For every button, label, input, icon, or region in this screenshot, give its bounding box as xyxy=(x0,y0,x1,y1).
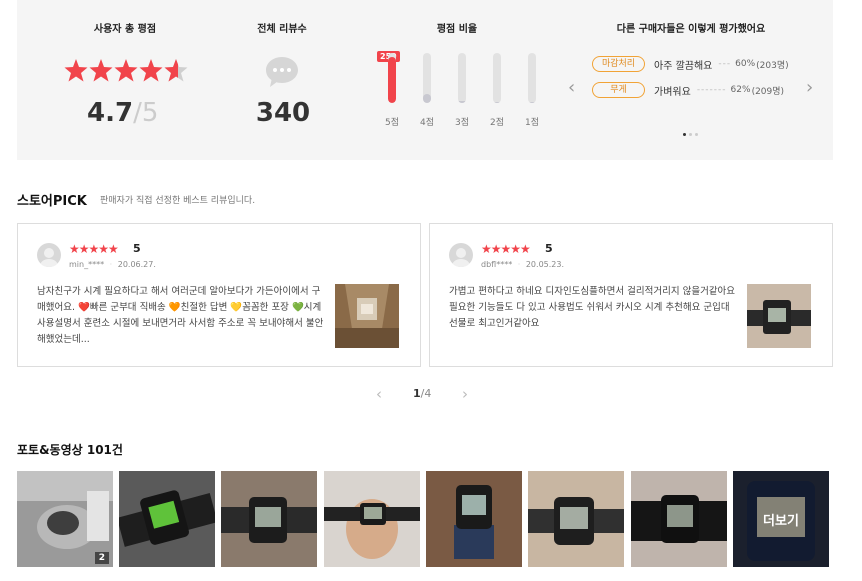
average-max: 5 xyxy=(141,98,159,128)
rating-slash: / xyxy=(133,98,142,128)
eval-pct: 60% xyxy=(735,59,756,69)
rating-bar-fill xyxy=(423,94,431,103)
photo-image xyxy=(324,471,420,567)
page-current: 1 xyxy=(413,387,421,400)
review-date: 20.06.27. xyxy=(117,260,156,269)
page-dot-active[interactable] xyxy=(683,133,686,136)
average-rating: 4.7/5 xyxy=(87,98,158,128)
photo-count-badge: 2 xyxy=(94,552,109,564)
review-user: dbfl**** xyxy=(481,260,513,269)
rating-bar-label: 1점 xyxy=(524,118,539,128)
rating-bar xyxy=(423,53,431,103)
review-date: 20.05.23. xyxy=(525,260,565,269)
eval-count: (203명) xyxy=(756,60,789,71)
eval-tag: 무게 xyxy=(592,82,645,98)
meta-separator: · xyxy=(109,260,113,269)
rating-bar xyxy=(493,53,501,103)
photo-image xyxy=(221,471,317,567)
photo-title-label: 포토&동영상 xyxy=(17,443,83,457)
rating-title: 사용자 총 평점 xyxy=(93,24,157,35)
rating-bar xyxy=(528,53,536,103)
store-pick-pager: ‹ 1/4 › xyxy=(372,385,492,403)
page-dot[interactable] xyxy=(695,133,698,136)
avatar xyxy=(37,243,61,267)
speech-bubble-icon xyxy=(266,57,298,87)
next-page-arrow-icon[interactable]: › xyxy=(462,385,468,403)
eval-page-dots xyxy=(683,133,698,136)
rating-stars-icon xyxy=(64,59,188,82)
rating-bar-fill xyxy=(528,102,536,103)
prev-page-arrow-icon[interactable]: ‹ xyxy=(376,385,382,403)
page-total: 4 xyxy=(424,387,432,400)
eval-dash: --- xyxy=(718,59,732,69)
rating-bar-label: 2점 xyxy=(489,118,504,128)
rating-bar-label: 5점 xyxy=(384,118,399,128)
rating-bar-fill xyxy=(458,100,466,103)
eval-title: 다른 구매자들은 이렇게 평가했어요 xyxy=(616,24,766,35)
review-score: 5 xyxy=(133,242,141,255)
review-stars-icon: ★★★★★ xyxy=(69,242,119,256)
review-meta: dbfl**** · 20.05.23. xyxy=(481,260,564,269)
review-text: 남자친구가 시계 필요하다고 해서 여러군데 알아보다가 가든아이에서 구매했어… xyxy=(37,286,324,345)
review-meta: min_**** · 20.06.27. xyxy=(69,260,156,269)
photo-thumbnail[interactable] xyxy=(631,471,727,567)
review-card[interactable]: ★★★★★ 5 min_**** · 20.06.27. 남자친구가 시계 필요… xyxy=(17,223,421,367)
photo-count: 101건 xyxy=(86,443,123,457)
eval-desc: 아주 깔끔해요 xyxy=(654,60,713,72)
eval-tag: 마감처리 xyxy=(592,56,645,72)
photo-thumbnail[interactable]: 2 xyxy=(17,471,113,567)
eval-desc: 가벼워요 xyxy=(654,86,691,98)
photo-thumbnail[interactable] xyxy=(119,471,215,567)
rating-bar-fill xyxy=(388,56,396,103)
review-card[interactable]: ★★★★★ 5 dbfl**** · 20.05.23. 가볍고 편하다고 하네… xyxy=(429,223,833,367)
photo-image xyxy=(631,471,727,567)
more-photos-button[interactable]: 더보기 xyxy=(733,471,829,567)
store-pick-title: 스토어PICK xyxy=(17,194,87,209)
total-review-count: 340 xyxy=(255,98,311,128)
rating-bar xyxy=(458,53,466,103)
eval-dash: ------- xyxy=(696,85,727,95)
store-pick-subtitle: 판매자가 직접 선정한 베스트 리뷰입니다. xyxy=(100,196,256,206)
page-indicator: 1/4 xyxy=(413,387,431,400)
review-user: min_**** xyxy=(69,260,105,269)
rating-bar xyxy=(388,53,396,103)
meta-separator: · xyxy=(517,260,521,269)
eval-prev-arrow-icon[interactable]: ‹ xyxy=(568,77,575,98)
photo-image xyxy=(119,471,215,567)
reviews-title: 전체 리뷰수 xyxy=(257,24,307,35)
eval-next-arrow-icon[interactable]: › xyxy=(806,77,813,98)
eval-pct: 62% xyxy=(730,85,751,95)
photo-section-title: 포토&동영상 101건 xyxy=(17,441,123,458)
photo-thumbnail[interactable] xyxy=(426,471,522,567)
rating-bar-fill xyxy=(493,102,501,103)
photo-thumbnail[interactable] xyxy=(221,471,317,567)
photo-thumbnail[interactable]: 더보기 xyxy=(733,471,829,567)
photo-image xyxy=(528,471,624,567)
eval-count: (209명) xyxy=(751,86,785,97)
review-photo[interactable] xyxy=(335,284,399,348)
rating-summary: 사용자 총 평점 4.7/5 전체 리뷰수 340 평점 비율 259 다른 구… xyxy=(17,0,833,160)
photo-thumbnail[interactable] xyxy=(324,471,420,567)
photo-thumbnail[interactable] xyxy=(528,471,624,567)
review-score: 5 xyxy=(545,242,553,255)
average-value: 4.7 xyxy=(87,98,134,128)
eval-row: 마감처리 아주 깔끔해요 --- 60% (203명) xyxy=(592,56,789,72)
page-dot[interactable] xyxy=(689,133,692,136)
rating-bar-label: 3점 xyxy=(454,118,469,128)
photo-image xyxy=(426,471,522,567)
review-stars-icon: ★★★★★ xyxy=(481,242,531,256)
review-photo[interactable] xyxy=(747,284,811,348)
ratio-title: 평점 비율 xyxy=(436,24,478,35)
avatar xyxy=(449,243,473,267)
rating-bar-label: 4점 xyxy=(419,118,434,128)
eval-row: 무게 가벼워요 ------- 62% (209명) xyxy=(592,82,784,98)
review-text: 가볍고 편하다고 하네요 디자인도심플하면서 걸리적거리지 않을거같아요 필요한… xyxy=(449,286,736,329)
